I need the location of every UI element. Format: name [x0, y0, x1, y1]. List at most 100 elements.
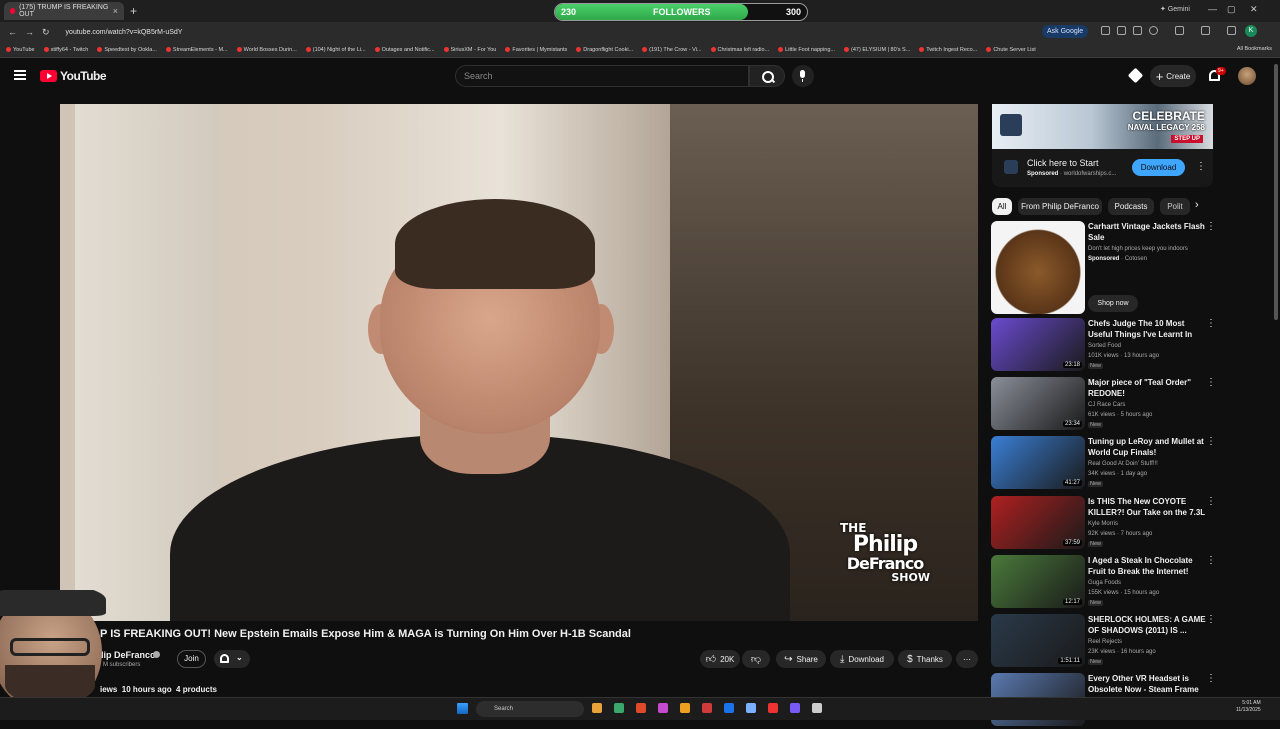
recommended-more-icon[interactable]: ⋮: [1206, 377, 1216, 388]
recommended-more-icon[interactable]: ⋮: [1206, 318, 1216, 329]
recommended-video[interactable]: 23:34 Major piece of "Teal Order" REDONE!…: [991, 377, 1221, 433]
taskbar-app-icon[interactable]: [702, 703, 712, 713]
extensions-icon[interactable]: [1175, 26, 1184, 35]
ad-title[interactable]: Click here to Start: [1027, 158, 1099, 168]
scrollbar-thumb[interactable]: [1274, 64, 1278, 320]
share-button[interactable]: ↪ Share: [776, 650, 826, 668]
bookmark-item[interactable]: Twitch Ingest Reco...: [919, 47, 977, 53]
bookmark-item[interactable]: (104) Night of the Li...: [305, 47, 366, 53]
recommended-more-icon[interactable]: ⋮: [1206, 673, 1216, 684]
recommended-title[interactable]: SHERLOCK HOLMES: A GAME OF SHADOWS (2011…: [1088, 614, 1206, 636]
chip-podcasts[interactable]: Podcasts: [1108, 198, 1154, 215]
cast-icon[interactable]: [1101, 26, 1110, 35]
video-thumbnail[interactable]: 1:51:11: [991, 614, 1085, 667]
star-icon[interactable]: [1149, 26, 1158, 35]
sidepanel-icon[interactable]: [1201, 26, 1210, 35]
taskbar-app-icon[interactable]: [790, 703, 800, 713]
recommended-channel[interactable]: Kyle Morris: [1088, 521, 1118, 527]
search-button[interactable]: [749, 65, 785, 87]
video-thumbnail[interactable]: 41:27: [991, 436, 1085, 489]
recommended-title[interactable]: Every Other VR Headset is Obsolete Now -…: [1088, 673, 1206, 695]
taskbar-search[interactable]: Search: [476, 701, 584, 717]
recommended-channel[interactable]: Guga Foods: [1088, 580, 1121, 586]
forward-icon[interactable]: →: [25, 27, 34, 37]
studio-icon[interactable]: [1127, 67, 1144, 84]
recommended-video[interactable]: 41:27 Tuning up LeRoy and Mullet at World…: [991, 436, 1221, 492]
bookmark-item[interactable]: Dragonflight Cooki...: [576, 47, 633, 53]
ask-google-button[interactable]: Ask Google: [1042, 25, 1089, 38]
recommended-title[interactable]: Chefs Judge The 10 Most Useful Things I'…: [1088, 318, 1206, 340]
back-icon[interactable]: ←: [8, 27, 17, 37]
subscription-bell-button[interactable]: ⌄: [214, 650, 250, 668]
chip-politics[interactable]: Polit: [1160, 198, 1190, 215]
gemini-button[interactable]: ✦ Gemini: [1160, 5, 1190, 13]
chip-all[interactable]: All: [992, 198, 1012, 215]
bookmark-item[interactable]: StreamElements - M...: [165, 47, 228, 53]
video-thumbnail[interactable]: 12:17: [991, 555, 1085, 608]
eye-off-icon[interactable]: [1133, 26, 1142, 35]
ad-download-button[interactable]: Download: [1132, 159, 1185, 176]
browser-profile-avatar[interactable]: K: [1245, 25, 1257, 37]
bookmark-item[interactable]: (191) The Crow - Vi...: [642, 47, 702, 53]
taskbar-app-icon[interactable]: [680, 703, 690, 713]
bookmark-item[interactable]: Christmas lofi radio...: [710, 47, 769, 53]
page-scrollbar[interactable]: [1272, 60, 1280, 697]
all-bookmarks-button[interactable]: All Bookmarks: [1237, 46, 1272, 52]
recommended-channel[interactable]: Reel Rejects: [1088, 639, 1122, 645]
recommended-channel[interactable]: Real Good At Doin' Stuff!!!: [1088, 461, 1158, 467]
url-field[interactable]: youtube.com/watch?v=kQB5rM-uSdY: [66, 29, 183, 36]
like-button[interactable]: 👍︎ 20K: [700, 650, 740, 668]
bookmark-item[interactable]: Favorites | Mymistants: [505, 47, 567, 53]
video-thumbnail[interactable]: 37:59: [991, 496, 1085, 549]
browser-tab[interactable]: (175) TRUMP IS FREAKING OUT ×: [4, 2, 124, 20]
chip-from-channel[interactable]: From Philip DeFranco: [1018, 198, 1102, 215]
taskbar-app-icon[interactable]: [768, 703, 778, 713]
bookmark-item[interactable]: Chute Server List: [986, 47, 1036, 53]
bookmark-item[interactable]: stiffy64 - Twitch: [43, 47, 88, 53]
recommended-channel[interactable]: CJ Race Cars: [1088, 402, 1125, 408]
shop-now-button[interactable]: Shop now: [1088, 295, 1138, 312]
recommended-channel[interactable]: Sorted Food: [1088, 343, 1121, 349]
bookmark-item[interactable]: World Bosses Durin...: [236, 47, 297, 53]
recommended-video[interactable]: 1:51:11 SHERLOCK HOLMES: A GAME OF SHADOW…: [991, 614, 1221, 670]
close-tab-icon[interactable]: ×: [113, 6, 118, 16]
bookmark-item[interactable]: Little Foot napping...: [778, 47, 835, 53]
taskbar-app-icon[interactable]: [636, 703, 646, 713]
recommended-title[interactable]: Tuning up LeRoy and Mullet at World Cup …: [1088, 436, 1206, 458]
recommended-title[interactable]: Is THIS The New COYOTE KILLER?! Our Take…: [1088, 496, 1206, 518]
sponsored-more-icon[interactable]: ⋮: [1206, 221, 1216, 232]
recommended-title[interactable]: I Aged a Steak In Chocolate Fruit to Bre…: [1088, 555, 1206, 577]
maximize-icon[interactable]: ▢: [1227, 4, 1236, 15]
search-input[interactable]: Search: [455, 65, 749, 87]
reload-icon[interactable]: ↻: [42, 27, 50, 38]
bookmark-item[interactable]: YouTube: [6, 47, 35, 53]
windows-start-icon[interactable]: [457, 703, 468, 714]
minimize-icon[interactable]: —: [1208, 4, 1217, 14]
bookmark-item[interactable]: (47) ELYSIUM | 80's S...: [844, 47, 910, 53]
recommended-title[interactable]: Major piece of "Teal Order" REDONE!: [1088, 377, 1206, 399]
recommended-video[interactable]: 23:18 Chefs Judge The 10 Most Useful Thin…: [991, 318, 1221, 374]
recommended-video[interactable]: 37:59 Is THIS The New COYOTE KILLER?! Our…: [991, 496, 1221, 552]
bookmark-item[interactable]: Speedtest by Ookla...: [97, 47, 157, 53]
avatar[interactable]: [1238, 67, 1256, 85]
taskbar-app-icon[interactable]: [614, 703, 624, 713]
ad-banner[interactable]: CELEBRATE NAVAL LEGACY 258 STEP UP: [992, 104, 1213, 149]
taskbar-app-icon[interactable]: [592, 703, 602, 713]
bookmark-item[interactable]: Outages and Notific...: [374, 47, 435, 53]
video-thumbnail[interactable]: 23:18: [991, 318, 1085, 371]
taskbar-app-icon[interactable]: [658, 703, 668, 713]
video-thumbnail[interactable]: 23:34: [991, 377, 1085, 430]
zoom-icon[interactable]: [1117, 26, 1126, 35]
dislike-button[interactable]: 👎︎: [742, 650, 770, 668]
create-button[interactable]: + Create: [1150, 65, 1196, 87]
hamburger-menu-icon[interactable]: [14, 70, 26, 80]
voice-search-icon[interactable]: [792, 65, 814, 87]
recommended-more-icon[interactable]: ⋮: [1206, 614, 1216, 625]
download-tray-icon[interactable]: [1227, 26, 1236, 35]
ad-more-icon[interactable]: ⋮: [1196, 162, 1206, 172]
chevron-right-icon[interactable]: ›: [1195, 199, 1199, 211]
system-clock[interactable]: 5:01 AM 11/13/2025: [1236, 700, 1261, 714]
download-button[interactable]: ⤓ Download: [830, 650, 894, 668]
recommended-video[interactable]: 12:17 I Aged a Steak In Chocolate Fruit t…: [991, 555, 1221, 611]
youtube-logo[interactable]: YouTube: [40, 69, 107, 83]
